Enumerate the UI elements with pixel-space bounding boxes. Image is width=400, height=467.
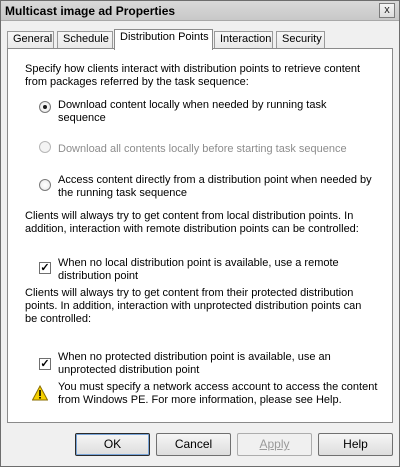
title-bar: Multicast image ad Properties x [1,1,399,21]
tab-schedule[interactable]: Schedule [57,31,113,49]
checkbox-remote-dp[interactable]: ✓ [39,262,51,274]
ok-button[interactable]: OK [75,433,150,456]
local-dp-text: Clients will always try to get content f… [25,210,359,235]
checkbox-unprotected-dp-label: When no protected distribution point is … [58,351,331,376]
radio-access-directly-label: Access content directly from a distribut… [58,174,372,199]
window-title: Multicast image ad Properties [5,4,176,18]
radio-download-all [39,141,51,153]
warning-icon [32,385,48,401]
tab-interaction[interactable]: Interaction [214,31,273,49]
properties-dialog: Multicast image ad Properties x General … [0,0,400,467]
radio-download-all-label: Download all contents locally before sta… [58,143,347,155]
tab-general[interactable]: General [7,31,54,49]
tab-security[interactable]: Security [276,31,325,49]
check-icon: ✓ [40,262,50,274]
radio-download-locally-label: Download content locally when needed by … [58,99,327,124]
help-button[interactable]: Help [318,433,393,456]
radio-download-locally[interactable] [39,101,51,113]
warning-text: You must specify a network access accoun… [58,381,378,406]
intro-text: Specify how clients interact with distri… [25,63,361,88]
apply-button-label: Apply [259,437,290,451]
tab-distribution-points[interactable]: Distribution Points [114,29,213,50]
radio-access-directly[interactable] [39,179,51,191]
checkbox-unprotected-dp[interactable]: ✓ [39,358,51,370]
check-icon: ✓ [40,358,50,370]
distribution-points-panel: Specify how clients interact with distri… [7,48,393,423]
apply-button: Apply [237,433,312,456]
protected-dp-text: Clients will always try to get content f… [25,287,362,325]
cancel-button[interactable]: Cancel [156,433,231,456]
close-icon: x [384,4,390,16]
checkbox-remote-dp-label: When no local distribution point is avai… [58,257,339,282]
close-button[interactable]: x [379,3,395,18]
